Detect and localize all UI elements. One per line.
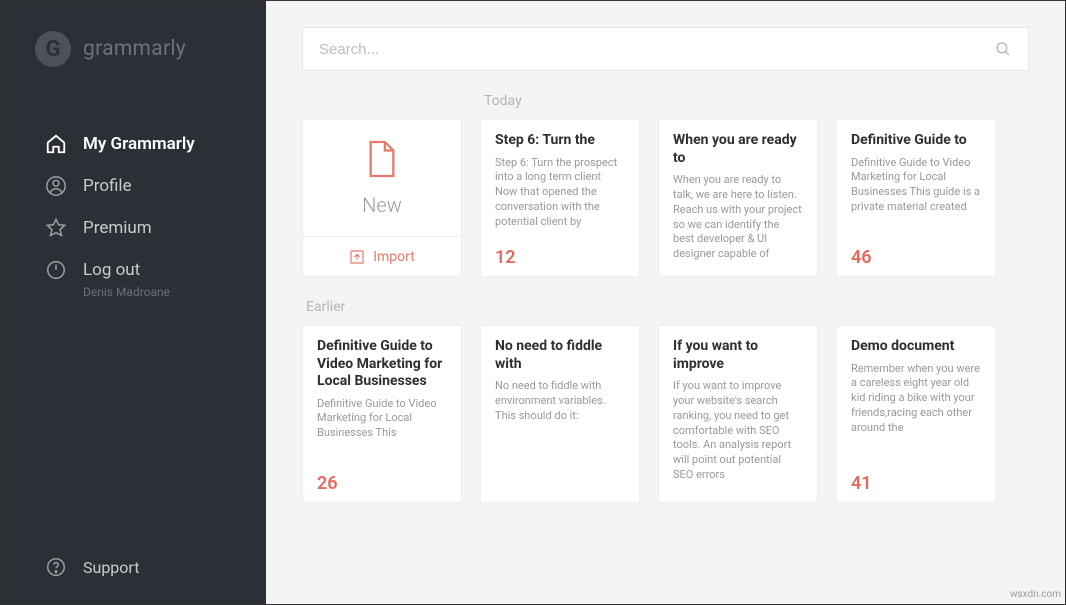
search-bar[interactable]	[302, 27, 1029, 71]
document-score: 41	[837, 469, 995, 502]
sidebar-item-label: My Grammarly	[83, 134, 195, 154]
section-label-earlier: Earlier	[306, 299, 1029, 315]
logo-icon: G	[35, 31, 71, 67]
section-label-today: Today	[484, 93, 1029, 109]
document-card[interactable]: Demo document Remember when you were a c…	[836, 325, 996, 503]
import-button[interactable]: Import	[303, 236, 461, 276]
document-card[interactable]: Definitive Guide to Definitive Guide to …	[836, 119, 996, 277]
sidebar-item-my-grammarly[interactable]: My Grammarly	[1, 123, 266, 165]
logout-icon	[45, 259, 67, 281]
star-icon	[45, 217, 67, 239]
support-label: Support	[83, 558, 139, 577]
sidebar-item-label: Premium	[83, 218, 152, 238]
new-document-card[interactable]: New Import	[302, 119, 462, 277]
document-snippet: When you are ready to talk, we are here …	[673, 173, 803, 262]
document-card[interactable]: If you want to improve If you want to im…	[658, 325, 818, 503]
document-score: 12	[481, 243, 639, 276]
document-title: Demo document	[851, 338, 981, 356]
document-card[interactable]: No need to fiddle with No need to fiddle…	[480, 325, 640, 503]
sidebar: G grammarly My Grammarly Profile Premi	[1, 1, 266, 604]
document-card[interactable]: When you are ready to When you are ready…	[658, 119, 818, 277]
brand-logo: G grammarly	[1, 21, 266, 95]
document-snippet: If you want to improve your website's se…	[673, 379, 803, 483]
document-snippet: Step 6: Turn the prospect into a long te…	[495, 156, 625, 230]
document-title: Definitive Guide to Video Marketing for …	[317, 338, 447, 391]
import-label: Import	[373, 249, 415, 265]
help-icon	[45, 556, 67, 578]
document-title: Step 6: Turn the	[495, 132, 625, 150]
new-document-upper[interactable]: New	[303, 120, 461, 236]
sidebar-item-support[interactable]: Support	[1, 546, 266, 588]
document-snippet: No need to fiddle with environment varia…	[495, 379, 625, 424]
document-title: No need to fiddle with	[495, 338, 625, 373]
document-snippet: Definitive Guide to Video Marketing for …	[851, 156, 981, 215]
search-icon[interactable]	[994, 40, 1012, 58]
user-name: Denis Madroane	[1, 285, 266, 299]
document-score: 46	[837, 243, 995, 276]
sidebar-item-premium[interactable]: Premium	[1, 207, 266, 249]
document-score: 26	[303, 469, 461, 502]
document-snippet: Remember when you were a careless eight …	[851, 362, 981, 436]
new-label: New	[362, 193, 402, 217]
home-icon	[45, 133, 67, 155]
sidebar-item-profile[interactable]: Profile	[1, 165, 266, 207]
upload-icon	[349, 249, 365, 265]
sidebar-item-label: Profile	[83, 176, 132, 196]
profile-icon	[45, 175, 67, 197]
document-snippet: Definitive Guide to Video Marketing for …	[317, 397, 447, 442]
app-frame: G grammarly My Grammarly Profile Premi	[0, 0, 1066, 605]
search-input[interactable]	[319, 41, 994, 58]
document-card[interactable]: Definitive Guide to Video Marketing for …	[302, 325, 462, 503]
documents-grid-earlier: Definitive Guide to Video Marketing for …	[302, 325, 1029, 503]
sidebar-item-label: Log out	[83, 260, 140, 280]
file-icon	[365, 139, 399, 179]
sidebar-nav: My Grammarly Profile Premium Log out	[1, 123, 266, 307]
document-card[interactable]: Step 6: Turn the Step 6: Turn the prospe…	[480, 119, 640, 277]
main-content: Today New Import Step 6: Tu	[266, 1, 1065, 604]
document-title: When you are ready to	[673, 132, 803, 167]
attribution-text: wsxdn.com	[1010, 589, 1061, 600]
document-title: Definitive Guide to	[851, 132, 981, 150]
document-title: If you want to improve	[673, 338, 803, 373]
documents-grid-today: New Import Step 6: Turn the Step 6: Turn…	[302, 119, 1029, 277]
brand-name: grammarly	[83, 37, 186, 61]
